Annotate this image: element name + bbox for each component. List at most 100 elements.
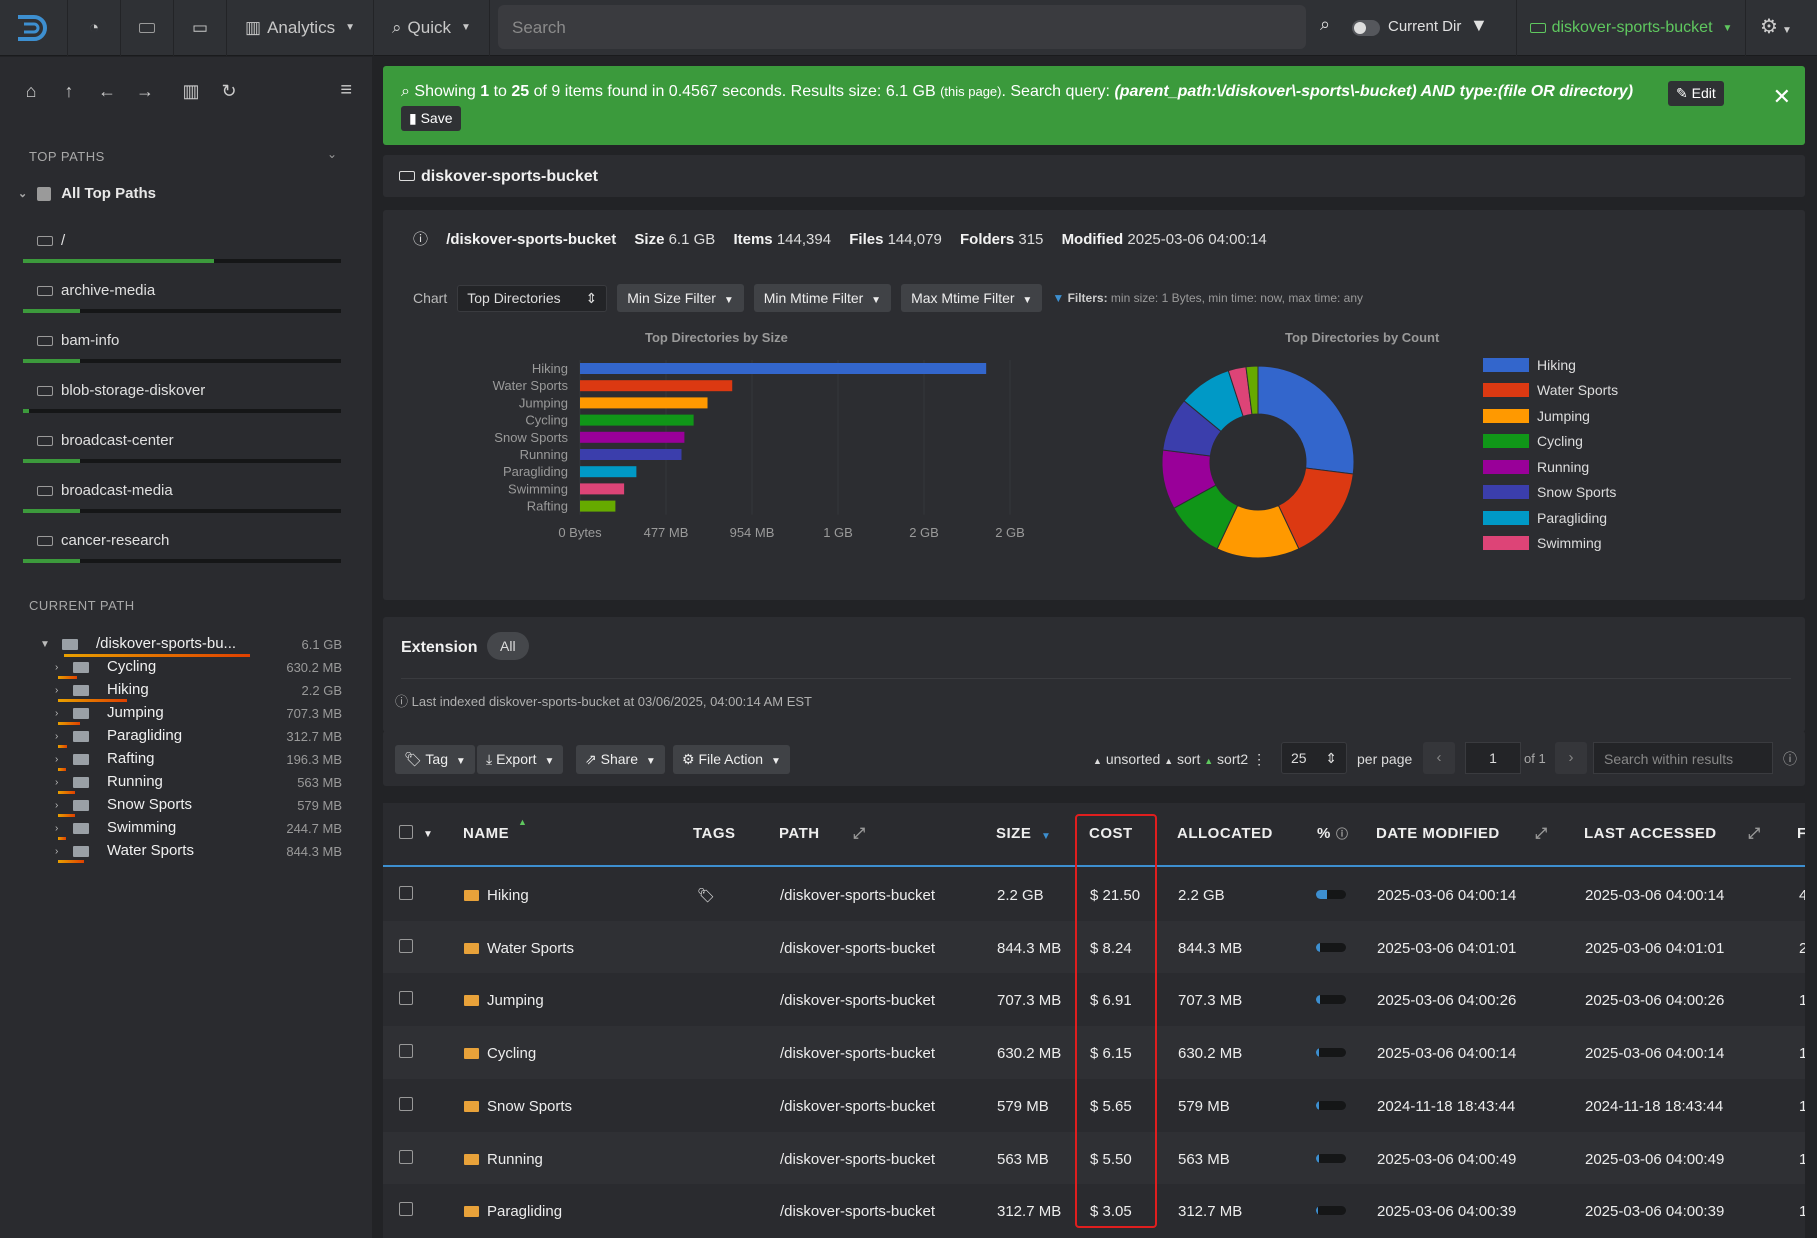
chevron-down-icon[interactable]: ⌄ — [327, 147, 337, 161]
col-tags[interactable]: TAGS — [693, 825, 736, 842]
row-checkbox[interactable] — [399, 1202, 413, 1217]
name-cell[interactable]: Snow Sports — [464, 1098, 572, 1115]
bar[interactable] — [580, 431, 685, 443]
tree-item[interactable]: › Jumping 707.3 MB — [0, 704, 372, 725]
col-size[interactable]: SIZE — [996, 825, 1031, 842]
path-cell[interactable]: /diskover-sports-bucket — [780, 887, 935, 904]
bar[interactable] — [580, 380, 733, 392]
hamburger-menu-icon[interactable]: ≡ — [340, 79, 352, 102]
legend-item[interactable]: Cycling — [1483, 429, 1618, 455]
col-last-accessed[interactable]: LAST ACCESSED — [1584, 825, 1717, 842]
expand-icon[interactable]: ⤢ — [1535, 825, 1548, 842]
tag-icon[interactable]: 🏷 — [697, 887, 715, 904]
bar[interactable] — [580, 466, 637, 478]
tree-item[interactable]: › Cycling 630.2 MB — [0, 658, 372, 679]
table-row[interactable]: Snow Sports/diskover-sports-bucket 579 MB… — [383, 1078, 1805, 1132]
path-cell[interactable]: /diskover-sports-bucket — [780, 1045, 935, 1062]
home-icon[interactable]: ⌂ — [12, 81, 50, 102]
analytics-menu[interactable]: ▥ Analytics ▼ — [227, 0, 374, 56]
name-cell[interactable]: Cycling — [464, 1045, 536, 1062]
expand-icon[interactable]: ⤢ — [1748, 825, 1761, 842]
path-cell[interactable]: /diskover-sports-bucket — [780, 1098, 935, 1115]
caret-down-icon[interactable]: ▼ — [423, 829, 433, 840]
settings-menu[interactable]: ⚙ ▼ — [1760, 14, 1792, 39]
name-cell[interactable]: Hiking — [464, 887, 529, 904]
row-checkbox[interactable] — [399, 991, 413, 1006]
diskover-logo[interactable] — [0, 0, 68, 56]
name-cell[interactable]: Paragliding — [464, 1203, 562, 1220]
info-icon[interactable]: ⓘ — [1783, 749, 1797, 769]
path-cell[interactable]: /diskover-sports-bucket — [780, 1151, 935, 1168]
file-action-button[interactable]: ⚙ File Action ▼ — [673, 745, 790, 774]
col-date-modified[interactable]: DATE MODIFIED — [1376, 825, 1500, 842]
legend-item[interactable]: Swimming — [1483, 531, 1618, 557]
path-cell[interactable]: /diskover-sports-bucket — [780, 1203, 935, 1220]
tree-item[interactable]: › Snow Sports 579 MB — [0, 796, 372, 817]
min-mtime-filter-button[interactable]: Min Mtime Filter ▼ — [753, 284, 892, 312]
share-button[interactable]: ⇗ Share ▼ — [576, 745, 665, 774]
refresh-icon[interactable]: ↻ — [210, 81, 248, 102]
col-path[interactable]: PATH — [779, 825, 820, 842]
bar-chart-icon[interactable]: ▥ — [172, 81, 210, 102]
page-number-input[interactable]: 1 — [1465, 742, 1521, 774]
expand-icon[interactable]: ⤢ — [853, 825, 866, 842]
row-checkbox[interactable] — [399, 1096, 413, 1111]
next-page-button[interactable]: › — [1555, 742, 1587, 774]
tree-item[interactable]: › Running 563 MB — [0, 773, 372, 794]
row-checkbox[interactable] — [399, 1149, 413, 1164]
search-icon[interactable]: ⌕ — [1320, 14, 1330, 35]
table-row[interactable]: Running/diskover-sports-bucket 563 MB $ 5.… — [383, 1131, 1805, 1185]
tree-root[interactable]: ▼ /diskover-sports-bu... 6.1 GB — [0, 635, 372, 657]
forward-arrow-icon[interactable]: → — [126, 81, 164, 102]
export-button[interactable]: ⤓ Export ▼ — [477, 745, 564, 774]
tree-item[interactable]: › Swimming 244.7 MB — [0, 819, 372, 840]
legend-item[interactable]: Running — [1483, 454, 1618, 480]
save-query-button[interactable]: ▮ Save — [401, 106, 461, 131]
legend-item[interactable]: Snow Sports — [1483, 480, 1618, 506]
sort-controls[interactable]: ▲ unsorted ▲ sort ▲ sort2 ⋮ — [1093, 751, 1266, 768]
bucket-selector[interactable]: diskover-sports-bucket ▼ — [1516, 0, 1746, 56]
tree-item[interactable]: › Paragliding 312.7 MB — [0, 727, 372, 748]
col-name[interactable]: NAME — [463, 825, 509, 842]
col-cost[interactable]: COST — [1089, 825, 1133, 842]
bar[interactable] — [580, 363, 987, 374]
table-row[interactable]: Jumping/diskover-sports-bucket 707.3 MB $ … — [383, 973, 1805, 1027]
max-mtime-filter-button[interactable]: Max Mtime Filter ▼ — [901, 284, 1043, 312]
quick-menu[interactable]: ⌕ Quick ▼ — [374, 0, 490, 56]
col-extra[interactable]: F — [1797, 825, 1805, 842]
tag-button[interactable]: 🏷 Tag ▼ — [395, 745, 475, 774]
legend-item[interactable]: Water Sports — [1483, 378, 1618, 404]
chart-type-select[interactable]: Top Directories ⇕ — [457, 284, 608, 312]
all-top-paths[interactable]: ⌄ All Top Paths — [18, 185, 156, 202]
tree-item[interactable]: › Water Sports 844.3 MB — [0, 842, 372, 863]
row-checkbox[interactable] — [399, 886, 413, 900]
tree-item[interactable]: › Hiking 2.2 GB — [0, 681, 372, 702]
extension-all-button[interactable]: All — [487, 632, 529, 660]
folder-button[interactable]: ▭ — [174, 0, 227, 56]
current-dir-toggle[interactable] — [1352, 20, 1380, 36]
search-input[interactable]: Search — [498, 5, 1306, 49]
tree-item[interactable]: › Rafting 196.3 MB — [0, 750, 372, 771]
close-icon[interactable]: ✕ — [1773, 84, 1791, 110]
col-percent[interactable]: % — [1317, 825, 1331, 842]
table-row[interactable]: Paragliding/diskover-sports-bucket 312.7 … — [383, 1184, 1805, 1238]
edit-query-button[interactable]: ✎ Edit — [1668, 81, 1724, 106]
col-allocated[interactable]: ALLOCATED — [1177, 825, 1273, 842]
path-cell[interactable]: /diskover-sports-bucket — [780, 992, 935, 1009]
per-page-select[interactable]: 25 ⇕ — [1281, 742, 1347, 774]
table-row[interactable]: Water Sports/diskover-sports-bucket 844.3… — [383, 920, 1805, 974]
prev-page-button[interactable]: ‹ — [1423, 742, 1455, 774]
dashboard-button[interactable]: ◔ — [68, 0, 121, 56]
storage-button[interactable] — [121, 0, 174, 56]
row-checkbox[interactable] — [399, 938, 413, 953]
path-cell[interactable]: /diskover-sports-bucket — [780, 940, 935, 957]
bar[interactable] — [580, 483, 625, 495]
select-all-checkbox[interactable] — [399, 825, 413, 839]
filter-icon[interactable]: ▼ — [1470, 15, 1488, 36]
name-cell[interactable]: Running — [464, 1151, 543, 1168]
pie-slice[interactable] — [1257, 365, 1355, 475]
legend-item[interactable]: Jumping — [1483, 403, 1618, 429]
search-within-input[interactable]: Search within results — [1593, 742, 1773, 774]
up-arrow-icon[interactable]: ↑ — [50, 81, 88, 102]
bar[interactable] — [580, 397, 708, 409]
